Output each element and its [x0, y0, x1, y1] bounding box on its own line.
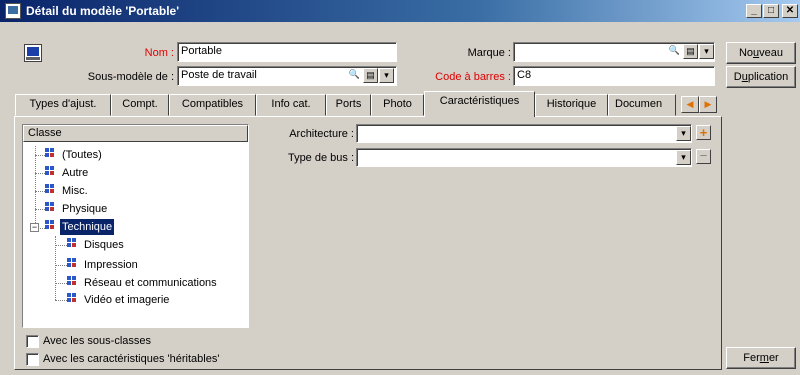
tree-item-label: Réseau et communications [84, 277, 217, 289]
maximize-button[interactable]: □ [763, 4, 779, 18]
tree-item-label: Physique [62, 203, 108, 215]
heritables-label: Avec les caractéristiques 'héritables' [43, 353, 220, 365]
tree-header: Classe [23, 125, 248, 142]
tree-line [55, 245, 67, 246]
minimize-button[interactable]: _ [746, 4, 762, 18]
tree-item[interactable]: Autre [45, 165, 90, 183]
sousmodele-search-icon[interactable]: 🔍 [347, 68, 362, 83]
marque-label: Marque : [467, 47, 511, 59]
typebus-label: Type de bus : [287, 152, 354, 164]
tree-item-selected[interactable]: Technique [45, 218, 116, 237]
tab-types-ajust[interactable]: Types d'ajust. [15, 94, 111, 116]
tree-line [35, 146, 36, 229]
class-icon [67, 258, 81, 269]
tree-line [35, 209, 45, 210]
window-title: Détail du modèle 'Portable' [26, 4, 180, 18]
class-icon [67, 293, 81, 304]
tab-photo[interactable]: Photo [371, 94, 424, 116]
title-bar: Détail du modèle 'Portable' [0, 0, 800, 22]
architecture-dropdown-icon[interactable]: ▾ [676, 126, 691, 141]
tree-item-label: Disques [84, 239, 124, 251]
tree-item[interactable]: Misc. [45, 183, 90, 201]
nom-field[interactable]: Portable [177, 42, 397, 62]
tree-item[interactable]: Réseau et communications [67, 275, 219, 293]
tree-line [35, 155, 45, 156]
tree-line [35, 191, 45, 192]
tree-item[interactable]: Vidéo et imagerie [67, 292, 171, 310]
tree-item-label: Misc. [62, 185, 88, 197]
class-icon [67, 238, 81, 249]
app-icon [5, 3, 21, 19]
duplication-label-a: D [733, 71, 742, 83]
heritables-checkbox[interactable] [26, 353, 39, 366]
tree-item-label: Impression [84, 259, 138, 271]
sousclasses-checkbox[interactable] [26, 335, 39, 348]
tree-line [55, 300, 67, 301]
add-characteristic-icon[interactable]: + [696, 125, 711, 140]
close-button[interactable]: ✕ [782, 4, 798, 18]
tab-compt[interactable]: Compt. [111, 94, 169, 116]
tree-line [55, 265, 67, 266]
architecture-field[interactable] [356, 124, 692, 143]
class-icon [45, 148, 59, 159]
marque-list-icon[interactable]: ▤ [683, 44, 698, 59]
sousclasses-label: Avec les sous-classes [43, 335, 152, 347]
class-icon [45, 184, 59, 195]
class-icon [45, 202, 59, 213]
tab-caracteristiques[interactable]: Caractéristiques [424, 91, 535, 117]
tab-info-cat[interactable]: Info cat. [256, 94, 326, 116]
tree-item[interactable]: Physique [45, 201, 109, 219]
tab-scroll-left-icon[interactable]: ◀ [681, 96, 699, 113]
tab-ports[interactable]: Ports [326, 94, 371, 116]
marque-search-icon[interactable]: 🔍 [667, 44, 682, 59]
tree-item-label: Vidéo et imagerie [84, 294, 170, 306]
fermer-button[interactable]: Fermer [726, 347, 796, 369]
tree-item[interactable]: (Toutes) [45, 147, 104, 165]
sousmodele-dropdown-icon[interactable]: ▾ [379, 68, 394, 83]
remove-characteristic-icon[interactable]: − [696, 149, 711, 164]
codebarres-label: Code à barres : [435, 71, 511, 83]
nom-label: Nom : [144, 47, 174, 59]
nouveau-label-a: No [738, 47, 754, 59]
tree-line [35, 173, 45, 174]
architecture-label: Architecture : [289, 128, 354, 140]
tab-documents[interactable]: Documen [608, 94, 676, 116]
typebus-field[interactable] [356, 148, 692, 167]
tree-item[interactable]: Disques [67, 237, 126, 255]
tab-historique[interactable]: Historique [535, 94, 608, 116]
laptop-icon [24, 44, 42, 62]
codebarres-field[interactable]: C8 [513, 66, 715, 86]
duplication-label-b: plication [747, 71, 789, 83]
duplication-button[interactable]: Duplication [726, 66, 796, 88]
sousmodele-list-icon[interactable]: ▤ [363, 68, 378, 83]
nouveau-label-b: veau [759, 47, 784, 59]
class-icon [45, 166, 59, 177]
fermer-label-b: er [768, 352, 779, 364]
tree-item-label: Autre [62, 167, 89, 179]
fermer-label-key: m [759, 352, 769, 364]
sousmodele-label: Sous-modèle de : [87, 71, 174, 83]
tree-item[interactable]: Impression [67, 257, 140, 275]
tree-item-label: Technique [58, 218, 116, 236]
tree-line [55, 283, 67, 284]
tab-scroll-right-icon[interactable]: ▶ [699, 96, 717, 113]
class-icon [45, 220, 59, 231]
class-icon [67, 276, 81, 287]
marque-dropdown-icon[interactable]: ▾ [699, 44, 714, 59]
fermer-label-a: Fer [743, 352, 760, 364]
collapse-toggle-icon[interactable]: − [30, 223, 39, 232]
tab-compatibles[interactable]: Compatibles [169, 94, 256, 116]
nouveau-button[interactable]: Nouveau [726, 42, 796, 64]
tree-item-label: (Toutes) [62, 149, 102, 161]
typebus-dropdown-icon[interactable]: ▾ [676, 150, 691, 165]
